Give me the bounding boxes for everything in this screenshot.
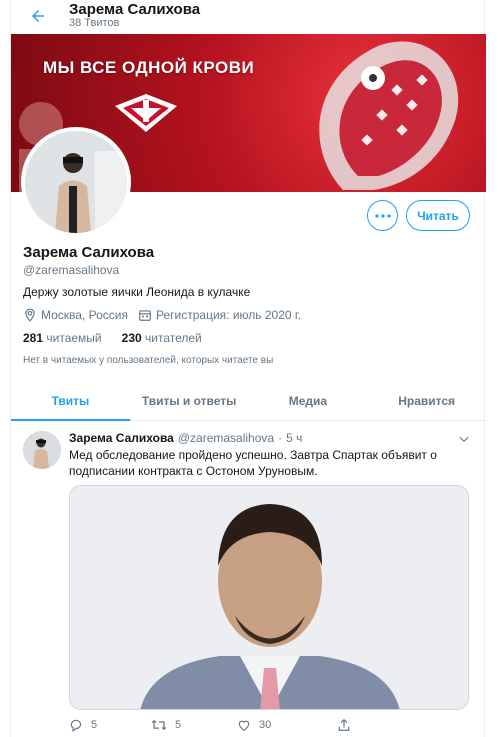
following-count: 281 (23, 331, 44, 345)
tweet-avatar[interactable] (23, 431, 61, 469)
like-count: 30 (259, 719, 272, 731)
header-title: Зарема Салихова (69, 1, 201, 18)
tweet-author-name[interactable]: Зарема Салихова (69, 431, 174, 445)
tab-tweets[interactable]: Твиты (11, 381, 130, 421)
profile-avatar[interactable] (21, 127, 131, 237)
follow-stats: 281 читаемый 230 читателей (23, 331, 202, 345)
avatar-photo (25, 131, 127, 233)
tweet-separator: · (278, 431, 283, 445)
followers-label: читателей (145, 331, 202, 345)
banner-stadium-art (319, 41, 459, 190)
calendar-icon (138, 308, 152, 322)
profile-handle: @zaremasalihova (23, 263, 120, 277)
reply-button[interactable]: 5 (69, 718, 97, 732)
followers-count: 230 (121, 331, 142, 345)
profile-page: Зарема Салихова 38 Твитов МЫ ВСЕ ОДНОЙ К… (10, 0, 486, 737)
profile-bio: Держу золотые яички Леонида в кулачке (23, 285, 251, 299)
profile-location: Москва, Россия (41, 308, 128, 322)
tweet-count: 38 Твитов (69, 17, 120, 29)
retweet-count: 5 (175, 719, 182, 731)
tab-tweets-and-replies[interactable]: Твиты и ответы (130, 381, 249, 420)
profile-tabs: Твиты Твиты и ответы Медиа Нравится (11, 381, 486, 421)
following-link[interactable]: 281 читаемый (23, 331, 102, 345)
banner-slogan: МЫ ВСЕ ОДНОЙ КРОВИ (43, 58, 255, 77)
share-icon (338, 718, 350, 731)
tweet-time[interactable]: 5 ч (286, 431, 302, 445)
back-button[interactable] (27, 5, 49, 27)
avatar-photo (23, 431, 61, 469)
like-button[interactable]: 30 (237, 718, 271, 732)
retweet-button[interactable]: 5 (151, 718, 181, 732)
chevron-down-icon[interactable] (457, 432, 471, 446)
tab-media[interactable]: Медиа (249, 381, 368, 420)
location-pin-icon (23, 308, 37, 322)
follow-button[interactable]: Читать (406, 200, 470, 231)
tweet-text: Мед обследование пройдено успешно. Завтр… (69, 448, 437, 478)
tweet-header: Зарема Салихова @zaremasalihova · 5 ч (69, 431, 302, 445)
profile-name: Зарема Салихова (23, 244, 155, 261)
tweet-image[interactable] (69, 485, 469, 710)
tweet-author-handle[interactable]: @zaremasalihova (178, 431, 274, 445)
ellipsis-icon (374, 213, 391, 218)
heart-icon (238, 720, 250, 731)
spartak-logo (115, 94, 177, 132)
following-label: читаемый (46, 331, 102, 345)
more-options-button[interactable] (367, 200, 398, 231)
arrow-left-icon (32, 10, 44, 22)
mutual-followers-note: Нет в читаемых у пользователей, которых … (23, 355, 274, 366)
tab-likes[interactable]: Нравится (367, 381, 486, 420)
top-bar: Зарема Салихова 38 Твитов (11, 0, 484, 34)
profile-meta: Москва, Россия Регистрация: июль 2020 г. (23, 308, 301, 322)
reply-count: 5 (91, 719, 98, 731)
reply-icon (70, 719, 82, 732)
retweet-icon (151, 719, 167, 731)
share-button[interactable] (337, 718, 351, 732)
followers-link[interactable]: 230 читателей (122, 331, 202, 345)
tweet-actions: 5 5 30 (69, 718, 469, 736)
tweet-photo (70, 486, 468, 709)
profile-joined: Регистрация: июль 2020 г. (156, 308, 302, 322)
